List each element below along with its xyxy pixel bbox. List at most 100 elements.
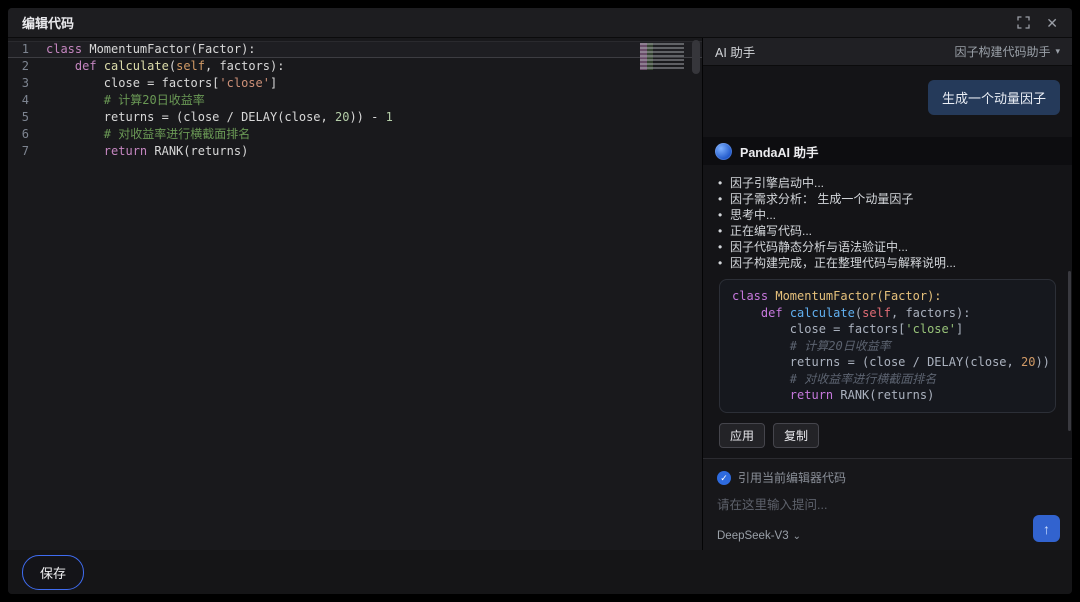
code-token: 'close'	[219, 76, 270, 90]
prompt-input-area: ✓ 引用当前编辑器代码 DeepSeek-V3 ⌄ ↑	[703, 458, 1072, 550]
titlebar-actions: ✕	[1017, 16, 1058, 30]
chat-code-line: class MomentumFactor(Factor):	[732, 288, 1043, 305]
line-number: 5	[8, 109, 46, 126]
user-message-row: 生成一个动量因子	[703, 66, 1072, 115]
code-token: calculate	[790, 306, 855, 320]
line-number: 7	[8, 143, 46, 160]
line-number: 2	[8, 58, 46, 75]
ai-assistant-panel: AI 助手 因子构建代码助手 ▾ 生成一个动量因子 PandaAI 助手 因子引…	[702, 38, 1072, 550]
code-token: RANK(returns)	[833, 388, 934, 402]
dialog-footer: 保存	[8, 550, 1072, 594]
code-token: # 计算20日收益率	[104, 93, 205, 107]
code-token	[46, 59, 75, 73]
code-token: close = factors[	[46, 76, 219, 90]
code-token: ]	[956, 322, 963, 336]
code-token	[732, 372, 790, 386]
model-selector[interactable]: DeepSeek-V3 ⌄	[717, 530, 801, 542]
edit-code-window: 编辑代码 ✕ 1class MomentumFactor(Factor):2 d…	[8, 8, 1072, 594]
code-token	[46, 127, 104, 141]
chat-code-line: close = factors['close']	[732, 321, 1043, 338]
line-number: 4	[8, 92, 46, 109]
code-token: self	[862, 306, 891, 320]
assistant-progress-steps: 因子引擎启动中...因子需求分析： 生成一个动量因子思考中...正在编写代码..…	[703, 175, 1072, 271]
code-token: ]	[270, 76, 277, 90]
code-text: def calculate(self, factors):	[46, 58, 284, 75]
line-number: 6	[8, 126, 46, 143]
editor-line[interactable]: 2 def calculate(self, factors):	[8, 58, 702, 75]
code-token: ))	[1035, 355, 1049, 369]
expand-icon[interactable]	[1017, 16, 1030, 29]
send-button[interactable]: ↑	[1033, 515, 1060, 542]
code-token: returns = (close / DELAY(close,	[46, 110, 335, 124]
code-token: MomentumFactor(Factor):	[768, 289, 941, 303]
editor-line[interactable]: 5 returns = (close / DELAY(close, 20)) -…	[8, 109, 702, 126]
assistant-name: PandaAI 助手	[740, 142, 819, 161]
code-token: return	[790, 388, 833, 402]
editor-scrollbar[interactable]	[692, 40, 700, 74]
line-number: 3	[8, 75, 46, 92]
prompt-input[interactable]	[717, 494, 1058, 516]
quote-editor-code-toggle[interactable]: ✓ 引用当前编辑器代码	[717, 469, 1058, 486]
code-token: returns = (close / DELAY(close,	[732, 355, 1021, 369]
chevron-down-icon: ▾	[1055, 46, 1060, 57]
code-token	[46, 93, 104, 107]
save-button[interactable]: 保存	[22, 555, 84, 590]
assistant-step: 思考中...	[717, 207, 1058, 223]
code-token: close = factors[	[732, 322, 905, 336]
apply-button[interactable]: 应用	[719, 423, 765, 448]
chat-code-line: returns = (close / DELAY(close, 20))	[732, 354, 1043, 371]
code-token: class	[46, 42, 82, 56]
chevron-down-icon: ⌄	[793, 531, 801, 542]
assistant-step: 因子构建完成，正在整理代码与解释说明...	[717, 255, 1058, 271]
code-text: # 对收益率进行横截面排名	[46, 126, 250, 143]
editor-line[interactable]: 6 # 对收益率进行横截面排名	[8, 126, 702, 143]
code-token	[732, 339, 790, 353]
code-text: returns = (close / DELAY(close, 20)) - 1	[46, 109, 393, 126]
code-token: class	[732, 289, 768, 303]
code-text: return RANK(returns)	[46, 143, 248, 160]
code-token: (	[169, 59, 176, 73]
assistant-step: 因子引擎启动中...	[717, 175, 1058, 191]
code-actions: 应用 复制	[719, 423, 1056, 448]
chat-code-line: def calculate(self, factors):	[732, 305, 1043, 322]
titlebar: 编辑代码 ✕	[8, 8, 1072, 38]
agent-selector[interactable]: 因子构建代码助手 ▾	[954, 43, 1060, 60]
editor-line[interactable]: 7 return RANK(returns)	[8, 143, 702, 160]
minimap[interactable]	[640, 43, 684, 70]
assistant-step: 因子需求分析： 生成一个动量因子	[717, 191, 1058, 207]
copy-button[interactable]: 复制	[773, 423, 819, 448]
window-title: 编辑代码	[22, 13, 74, 32]
agent-selector-label: 因子构建代码助手	[954, 43, 1050, 60]
code-token: 'close'	[905, 322, 956, 336]
code-editor[interactable]: 1class MomentumFactor(Factor):2 def calc…	[8, 38, 702, 550]
close-icon[interactable]: ✕	[1046, 16, 1058, 30]
quote-label: 引用当前编辑器代码	[738, 469, 846, 486]
code-token: RANK(returns)	[147, 144, 248, 158]
code-token: # 对收益率进行横截面排名	[104, 127, 250, 141]
code-token	[732, 388, 790, 402]
chat-scrollbar[interactable]	[1068, 271, 1071, 431]
line-number: 1	[8, 41, 46, 58]
input-bottom-row: DeepSeek-V3 ⌄ ↑	[717, 515, 1060, 542]
editor-line[interactable]: 1class MomentumFactor(Factor):	[8, 41, 702, 58]
code-token: return	[104, 144, 147, 158]
assistant-header-bar: PandaAI 助手	[703, 137, 1072, 165]
code-token: # 对收益率进行横截面排名	[790, 372, 936, 386]
editor-lines: 1class MomentumFactor(Factor):2 def calc…	[8, 41, 702, 160]
code-token	[46, 144, 104, 158]
user-message-bubble: 生成一个动量因子	[928, 80, 1060, 115]
model-name: DeepSeek-V3	[717, 530, 789, 542]
code-token: 1	[386, 110, 393, 124]
editor-line[interactable]: 4 # 计算20日收益率	[8, 92, 702, 109]
code-text: close = factors['close']	[46, 75, 277, 92]
code-token: def	[761, 306, 783, 320]
chat-code-line: # 计算20日收益率	[732, 338, 1043, 355]
code-token: calculate	[104, 59, 169, 73]
main-area: 1class MomentumFactor(Factor):2 def calc…	[8, 38, 1072, 550]
editor-line[interactable]: 3 close = factors['close']	[8, 75, 702, 92]
code-text: # 计算20日收益率	[46, 92, 205, 109]
code-token: def	[75, 59, 97, 73]
chat-code-block: class MomentumFactor(Factor): def calcul…	[719, 279, 1056, 413]
chat-code-line: return RANK(returns)	[732, 387, 1043, 404]
code-token: 20	[335, 110, 349, 124]
